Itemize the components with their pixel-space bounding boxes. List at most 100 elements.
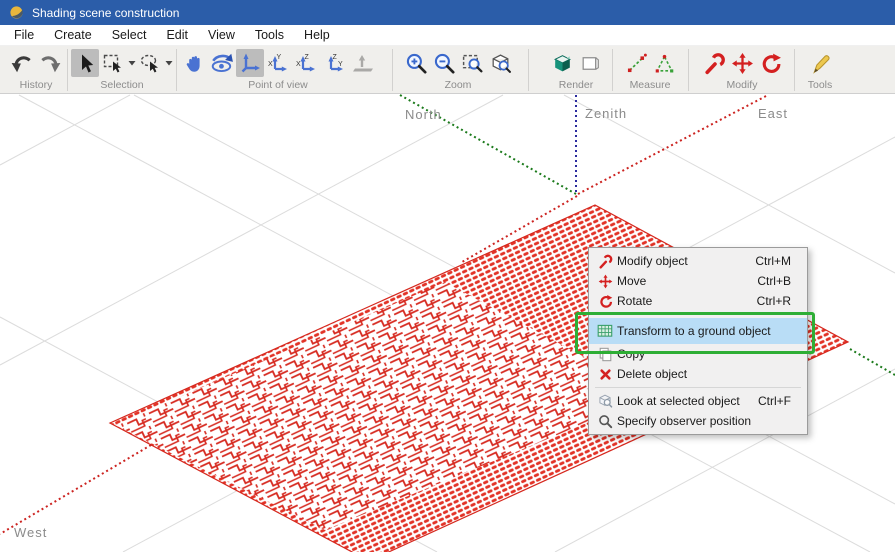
toolbar-group-zoom: Zoom (402, 46, 514, 91)
rotate-icon (593, 294, 617, 309)
menu-item-label: Move (617, 274, 757, 288)
lasso-select-dropdown[interactable] (164, 49, 173, 77)
look-at-cube-icon (593, 393, 617, 409)
menu-item-delete-object[interactable]: Delete object (589, 364, 807, 384)
axes-view-button[interactable] (236, 49, 264, 77)
window-title: Shading scene construction (32, 6, 179, 20)
modify-wrench-button[interactable] (700, 49, 728, 77)
rectangle-select-icon (102, 52, 124, 74)
wrench-icon (593, 254, 617, 269)
undo-icon (10, 51, 34, 75)
rotate-icon (759, 52, 782, 75)
zoom-out-button[interactable] (430, 49, 458, 77)
group-label-zoom: Zoom (445, 79, 472, 91)
menu-item-label: Look at selected object (617, 394, 758, 408)
orbit-view-button[interactable] (208, 49, 236, 77)
move-icon (593, 274, 617, 289)
menu-item-label: Transform to a ground object (617, 324, 791, 338)
lasso-select-button[interactable] (136, 49, 164, 77)
shading-scene-window: Shading scene construction File Create S… (0, 0, 895, 552)
menu-bar: File Create Select Edit View Tools Help (0, 25, 895, 46)
view-xz-button[interactable]: Z X (292, 49, 320, 77)
zoom-window-button[interactable] (458, 49, 486, 77)
view-xy-icon: Y X (267, 52, 289, 74)
measure-angle-button[interactable] (650, 49, 678, 77)
cursor-icon (74, 52, 96, 74)
redo-button[interactable] (36, 49, 64, 77)
object-context-menu: Modify object Ctrl+M Move Ctrl+B Rotate … (588, 247, 808, 435)
menu-item-rotate[interactable]: Rotate Ctrl+R (589, 291, 807, 311)
scene-viewport[interactable]: North Zenith East West Modify object Ctr… (0, 94, 895, 552)
zoom-in-icon (405, 52, 428, 75)
zoom-all-button[interactable] (486, 49, 514, 77)
chevron-down-icon (128, 59, 136, 67)
undo-button[interactable] (8, 49, 36, 77)
pencil-edit-button[interactable] (806, 49, 834, 77)
toolbar-group-modify: Modify (700, 46, 784, 91)
view-xy-button[interactable]: Y X (264, 49, 292, 77)
menu-item-specify-observer-position[interactable]: Specify observer position (589, 411, 807, 431)
menu-item-shortcut: Ctrl+F (758, 394, 803, 408)
group-label-tools: Tools (808, 79, 833, 91)
svg-text:X: X (296, 61, 301, 68)
toolbar-separator (688, 49, 689, 91)
move-object-button[interactable] (728, 49, 756, 77)
menu-item-label: Delete object (617, 367, 791, 381)
menu-view[interactable]: View (198, 26, 245, 44)
ramp-up-arrow-icon (350, 52, 374, 74)
menu-help[interactable]: Help (294, 26, 340, 44)
rectangle-select-button[interactable] (99, 49, 127, 77)
menu-separator (595, 314, 801, 315)
title-bar: Shading scene construction (0, 0, 895, 25)
menu-item-label: Modify object (617, 254, 755, 268)
menu-item-shortcut: Ctrl+M (755, 254, 803, 268)
app-sun-icon (9, 5, 24, 20)
rotate-object-button[interactable] (756, 49, 784, 77)
group-label-measure: Measure (630, 79, 671, 91)
rectangle-select-dropdown[interactable] (127, 49, 136, 77)
west-axis-line-lower (0, 445, 151, 534)
ground-grid-icon (593, 324, 617, 338)
menu-item-modify-object[interactable]: Modify object Ctrl+M (589, 251, 807, 271)
axes-icon (239, 52, 261, 74)
measure-distance-button[interactable] (622, 49, 650, 77)
group-label-render: Render (559, 79, 593, 91)
select-arrow-button[interactable] (71, 49, 99, 77)
menu-create[interactable]: Create (44, 26, 102, 44)
render-wireframe-button[interactable] (576, 49, 604, 77)
toolbar-group-render: Render (548, 46, 604, 91)
chevron-down-icon (165, 59, 173, 67)
magnifier-icon (593, 414, 617, 429)
menu-item-label: Copy (617, 347, 791, 361)
orbit-eye-icon (210, 51, 234, 75)
menu-item-look-at-selected-object[interactable]: Look at selected object Ctrl+F (589, 391, 807, 411)
view-zy-icon: Z Y (323, 52, 345, 74)
delete-x-icon (593, 368, 617, 381)
zoom-window-icon (461, 52, 484, 75)
menu-item-shortcut: Ctrl+B (757, 274, 803, 288)
zoom-in-button[interactable] (402, 49, 430, 77)
toolbar: History (0, 46, 895, 94)
view-zy-button[interactable]: Z Y (320, 49, 348, 77)
render-solid-button[interactable] (548, 49, 576, 77)
toolbar-separator (176, 49, 177, 91)
menu-select[interactable]: Select (102, 26, 157, 44)
toolbar-separator (794, 49, 795, 91)
axis-label-north: North (405, 107, 442, 122)
pencil-icon (809, 52, 832, 75)
menu-tools[interactable]: Tools (245, 26, 294, 44)
menu-edit[interactable]: Edit (156, 26, 198, 44)
toolbar-separator (612, 49, 613, 91)
menu-item-move[interactable]: Move Ctrl+B (589, 271, 807, 291)
pan-hand-button[interactable] (180, 49, 208, 77)
ground-view-button[interactable] (348, 49, 376, 77)
group-label-history: History (20, 79, 53, 91)
menu-file[interactable]: File (4, 26, 44, 44)
axis-label-west: West (14, 525, 47, 540)
hand-icon (183, 52, 205, 74)
render-solid-cube-icon (551, 52, 574, 75)
menu-item-transform-to-ground-object[interactable]: Transform to a ground object (589, 318, 807, 344)
svg-text:Y: Y (338, 61, 343, 68)
toolbar-separator (392, 49, 393, 91)
menu-item-copy[interactable]: Copy (589, 344, 807, 364)
